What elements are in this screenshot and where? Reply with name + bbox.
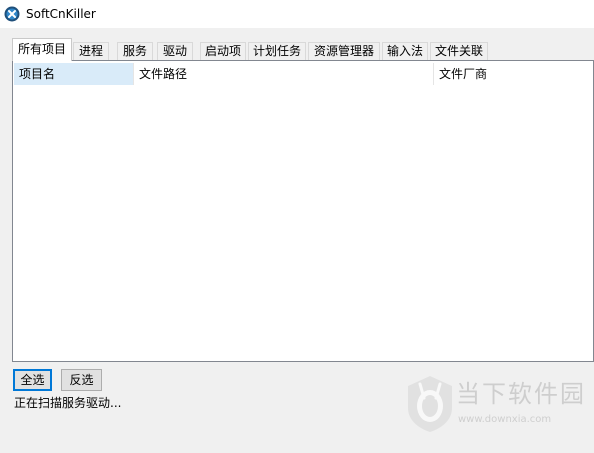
tab-processes[interactable]: 进程 (73, 42, 109, 60)
watermark: 当下软件园 www.downxia.com (404, 372, 594, 442)
tab-drivers[interactable]: 驱动 (157, 42, 193, 60)
softcnkiller-app-icon (4, 6, 20, 22)
downxia-logo-icon (408, 376, 452, 432)
tab-scheduled-tasks[interactable]: 计划任务 (248, 42, 306, 60)
tab-strip: 所有项目 进程 服务 驱动 启动项 计划任务 资源管理器 输入法 文件关联 (12, 38, 594, 61)
column-header-item-name[interactable]: 项目名 (14, 63, 133, 85)
watermark-text: 当下软件园 (456, 380, 586, 408)
invert-selection-button[interactable]: 反选 (61, 369, 102, 391)
window-title: SoftCnKiller (26, 7, 96, 21)
tab-services[interactable]: 服务 (117, 42, 153, 60)
tab-file-associations[interactable]: 文件关联 (430, 42, 488, 60)
tab-input-methods[interactable]: 输入法 (382, 42, 428, 60)
select-all-button[interactable]: 全选 (13, 369, 52, 391)
status-text: 正在扫描服务驱动... (14, 396, 122, 410)
tab-startup-items[interactable]: 启动项 (200, 42, 246, 60)
tab-all-items[interactable]: 所有项目 (12, 38, 72, 61)
column-header-file-path[interactable]: 文件路径 (134, 63, 433, 85)
tab-explorer[interactable]: 资源管理器 (308, 42, 380, 60)
watermark-url: www.downxia.com (458, 414, 552, 425)
column-header-file-vendor[interactable]: 文件厂商 (434, 63, 593, 85)
items-list[interactable]: 项目名 文件路径 文件厂商 (12, 60, 594, 362)
title-bar: SoftCnKiller (0, 0, 594, 28)
